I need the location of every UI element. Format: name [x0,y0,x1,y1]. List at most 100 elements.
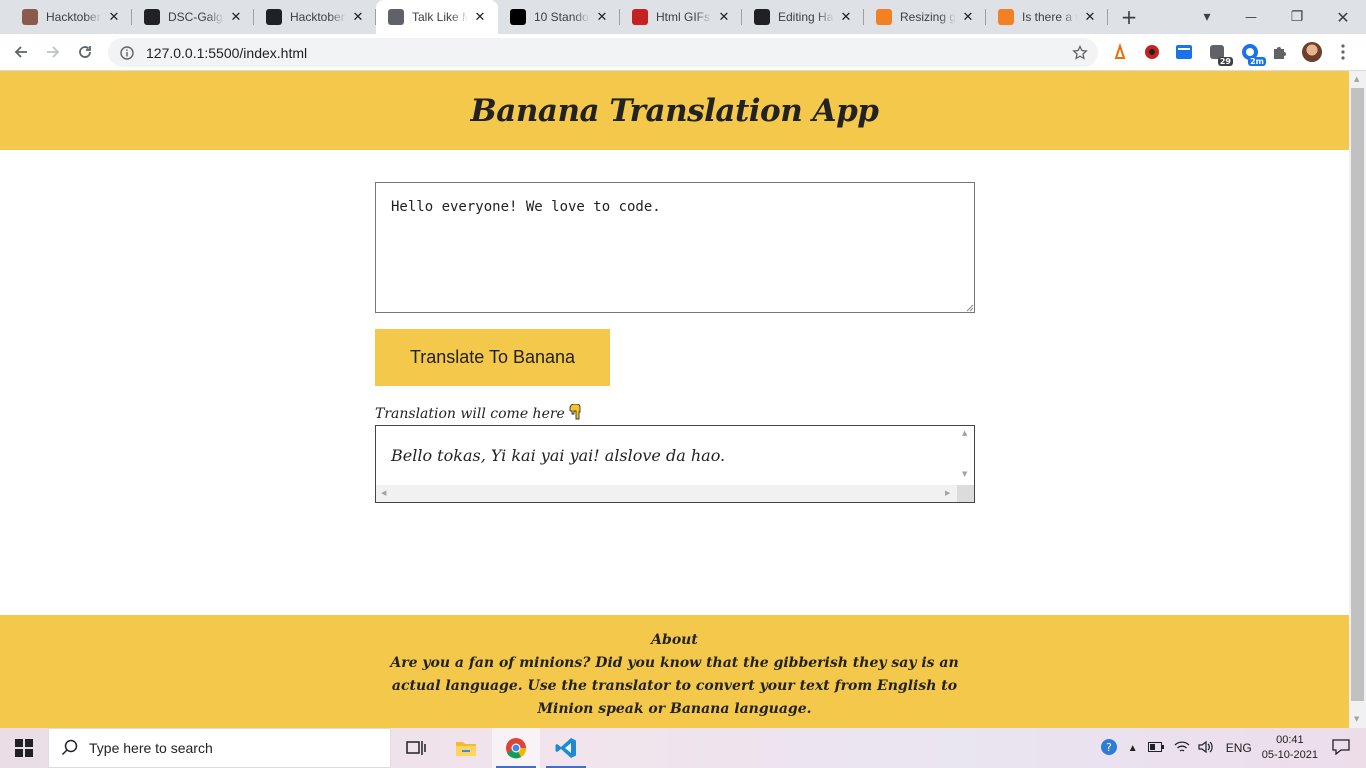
forward-button[interactable] [40,39,66,65]
scroll-up-arrow-icon[interactable]: ▲ [1354,75,1359,83]
browser-tab[interactable]: Resizing gif ✕ [864,0,986,34]
chrome-icon [506,738,527,759]
system-tray: ? ▲ ENG 00:41 05-10-2021 [1100,728,1366,768]
close-tab-icon[interactable]: ✕ [106,10,122,25]
translate-button[interactable]: Translate To Banana [375,329,610,386]
close-tab-icon[interactable]: ✕ [1082,10,1098,25]
browser-menu-icon[interactable] [1336,42,1350,62]
back-button[interactable] [8,39,34,65]
battery-icon[interactable] [1147,741,1164,755]
output-label: Translation will come here [375,406,565,422]
bookmark-star-icon[interactable] [1072,45,1088,61]
scrollbar-corner [957,485,974,502]
wifi-icon[interactable] [1174,740,1190,757]
browser-tab[interactable]: Is there a way ✕ [986,0,1108,34]
close-tab-icon[interactable]: ✕ [960,10,976,25]
new-tab-button[interactable]: + [1116,4,1142,30]
pointing-down-hand-icon [569,403,583,424]
start-button[interactable] [0,728,48,768]
close-tab-icon[interactable]: ✕ [716,10,732,25]
extensions-puzzle-icon[interactable] [1270,42,1290,62]
browser-tab[interactable]: Talk Like Minion ✕ [376,0,498,34]
scroll-left-arrow-icon[interactable]: ◀ [381,489,386,497]
scroll-down-arrow-icon[interactable]: ▼ [1354,715,1359,723]
close-tab-icon[interactable]: ✕ [350,10,366,25]
close-tab-icon[interactable]: ✕ [594,10,610,25]
browser-tab[interactable]: DSC-Galgotias ✕ [132,0,254,34]
info-icon[interactable] [120,45,134,60]
browser-toolbar: 127.0.0.1:5500/index.html 29 2m [0,34,1366,71]
stackoverflow-icon [876,9,892,25]
minimize-button[interactable]: — [1238,4,1264,30]
extension-5-icon[interactable]: 2m [1240,42,1266,66]
extension-1-icon[interactable] [1110,42,1130,62]
profile-avatar-icon[interactable] [1302,42,1322,62]
taskbar-search-placeholder: Type here to search [89,740,213,756]
file-explorer-button[interactable] [442,728,490,768]
app-header: Banana Translation App [0,71,1349,150]
close-icon: ✕ [1336,7,1350,27]
tab-separator [1107,9,1108,25]
extension-4-icon[interactable]: 29 [1207,42,1233,66]
close-tab-icon[interactable]: ✕ [838,10,854,25]
browser-tab[interactable]: Editing Hacktoberfest ✕ [742,0,864,34]
folder-icon [456,742,476,756]
tab-search-button[interactable]: ▾ [1194,4,1220,30]
browser-tab[interactable]: Hacktoberfest ✕ [254,0,376,34]
resize-grip-icon[interactable] [965,303,974,312]
address-bar[interactable]: 127.0.0.1:5500/index.html [108,38,1098,67]
page-scrollbar[interactable]: ▲ ▼ [1349,71,1366,728]
help-icon[interactable]: ? [1100,738,1118,759]
svg-text:?: ? [1106,741,1112,754]
language-indicator[interactable]: ENG [1226,741,1252,755]
output-horizontal-scrollbar[interactable]: ◀ ▶ [376,485,957,502]
translation-input[interactable]: Hello everyone! We love to code. [375,182,975,313]
output-label-row: Translation will come here [375,403,583,424]
dev-icon [510,9,526,25]
extension-badge: 2m [1248,57,1266,66]
browser-tab-title: Hacktoberfest [290,10,346,24]
footer-title: About [651,632,698,648]
arrow-right-icon [47,46,60,58]
chevron-down-circle-icon: ▾ [1203,9,1211,25]
volume-icon[interactable] [1198,740,1214,757]
web-page: Banana Translation App Hello everyone! W… [0,71,1349,728]
globe-icon [388,9,404,25]
notifications-icon[interactable] [1332,738,1350,758]
maximize-button[interactable]: ❐ [1284,4,1310,30]
url-text[interactable]: 127.0.0.1:5500/index.html [146,45,307,61]
footer-text: Are you a fan of minions? Did you know t… [390,655,959,717]
chevron-up-icon[interactable]: ▲ [1128,743,1138,754]
extension-badge: 29 [1217,57,1233,66]
page-scrollbar-thumb[interactable] [1351,88,1364,701]
close-tab-icon[interactable]: ✕ [472,10,488,25]
browser-tab[interactable]: 10 Standout ✕ [498,0,620,34]
close-tab-icon[interactable]: ✕ [228,10,244,25]
browser-tab[interactable]: Hacktoberfest ✕ [10,0,132,34]
output-vertical-scrollbar[interactable]: ▲ ▼ [957,426,974,485]
scroll-right-arrow-icon[interactable]: ▶ [945,489,950,497]
scroll-down-arrow-icon[interactable]: ▼ [962,470,967,478]
browser-tab-title: Editing Hacktoberfest [778,10,834,24]
plus-icon: + [1120,5,1138,29]
github-icon [144,9,160,25]
close-window-button[interactable]: ✕ [1330,4,1356,30]
taskbar-search-box[interactable]: Type here to search [48,728,391,768]
reload-icon [79,46,91,58]
scroll-up-arrow-icon[interactable]: ▲ [962,429,967,437]
clock[interactable]: 00:41 05-10-2021 [1262,733,1318,763]
clock-date: 05-10-2021 [1261,749,1318,761]
vscode-taskbar-button[interactable] [542,728,590,768]
browser-tab-strip: Hacktoberfest✕DSC-Galgotias✕Hacktoberfes… [0,0,1366,34]
extension-3-icon[interactable] [1174,42,1194,62]
search-icon [61,739,78,756]
windows-logo-icon [15,739,33,757]
reload-button[interactable] [72,39,98,65]
task-view-button[interactable] [392,728,440,768]
chrome-taskbar-button[interactable] [492,728,540,768]
browser-tab[interactable]: Html GIFs ✕ [620,0,742,34]
extension-2-icon[interactable] [1142,42,1162,62]
restore-icon: ❐ [1290,9,1304,25]
github-icon [266,9,282,25]
github-icon [754,9,770,25]
